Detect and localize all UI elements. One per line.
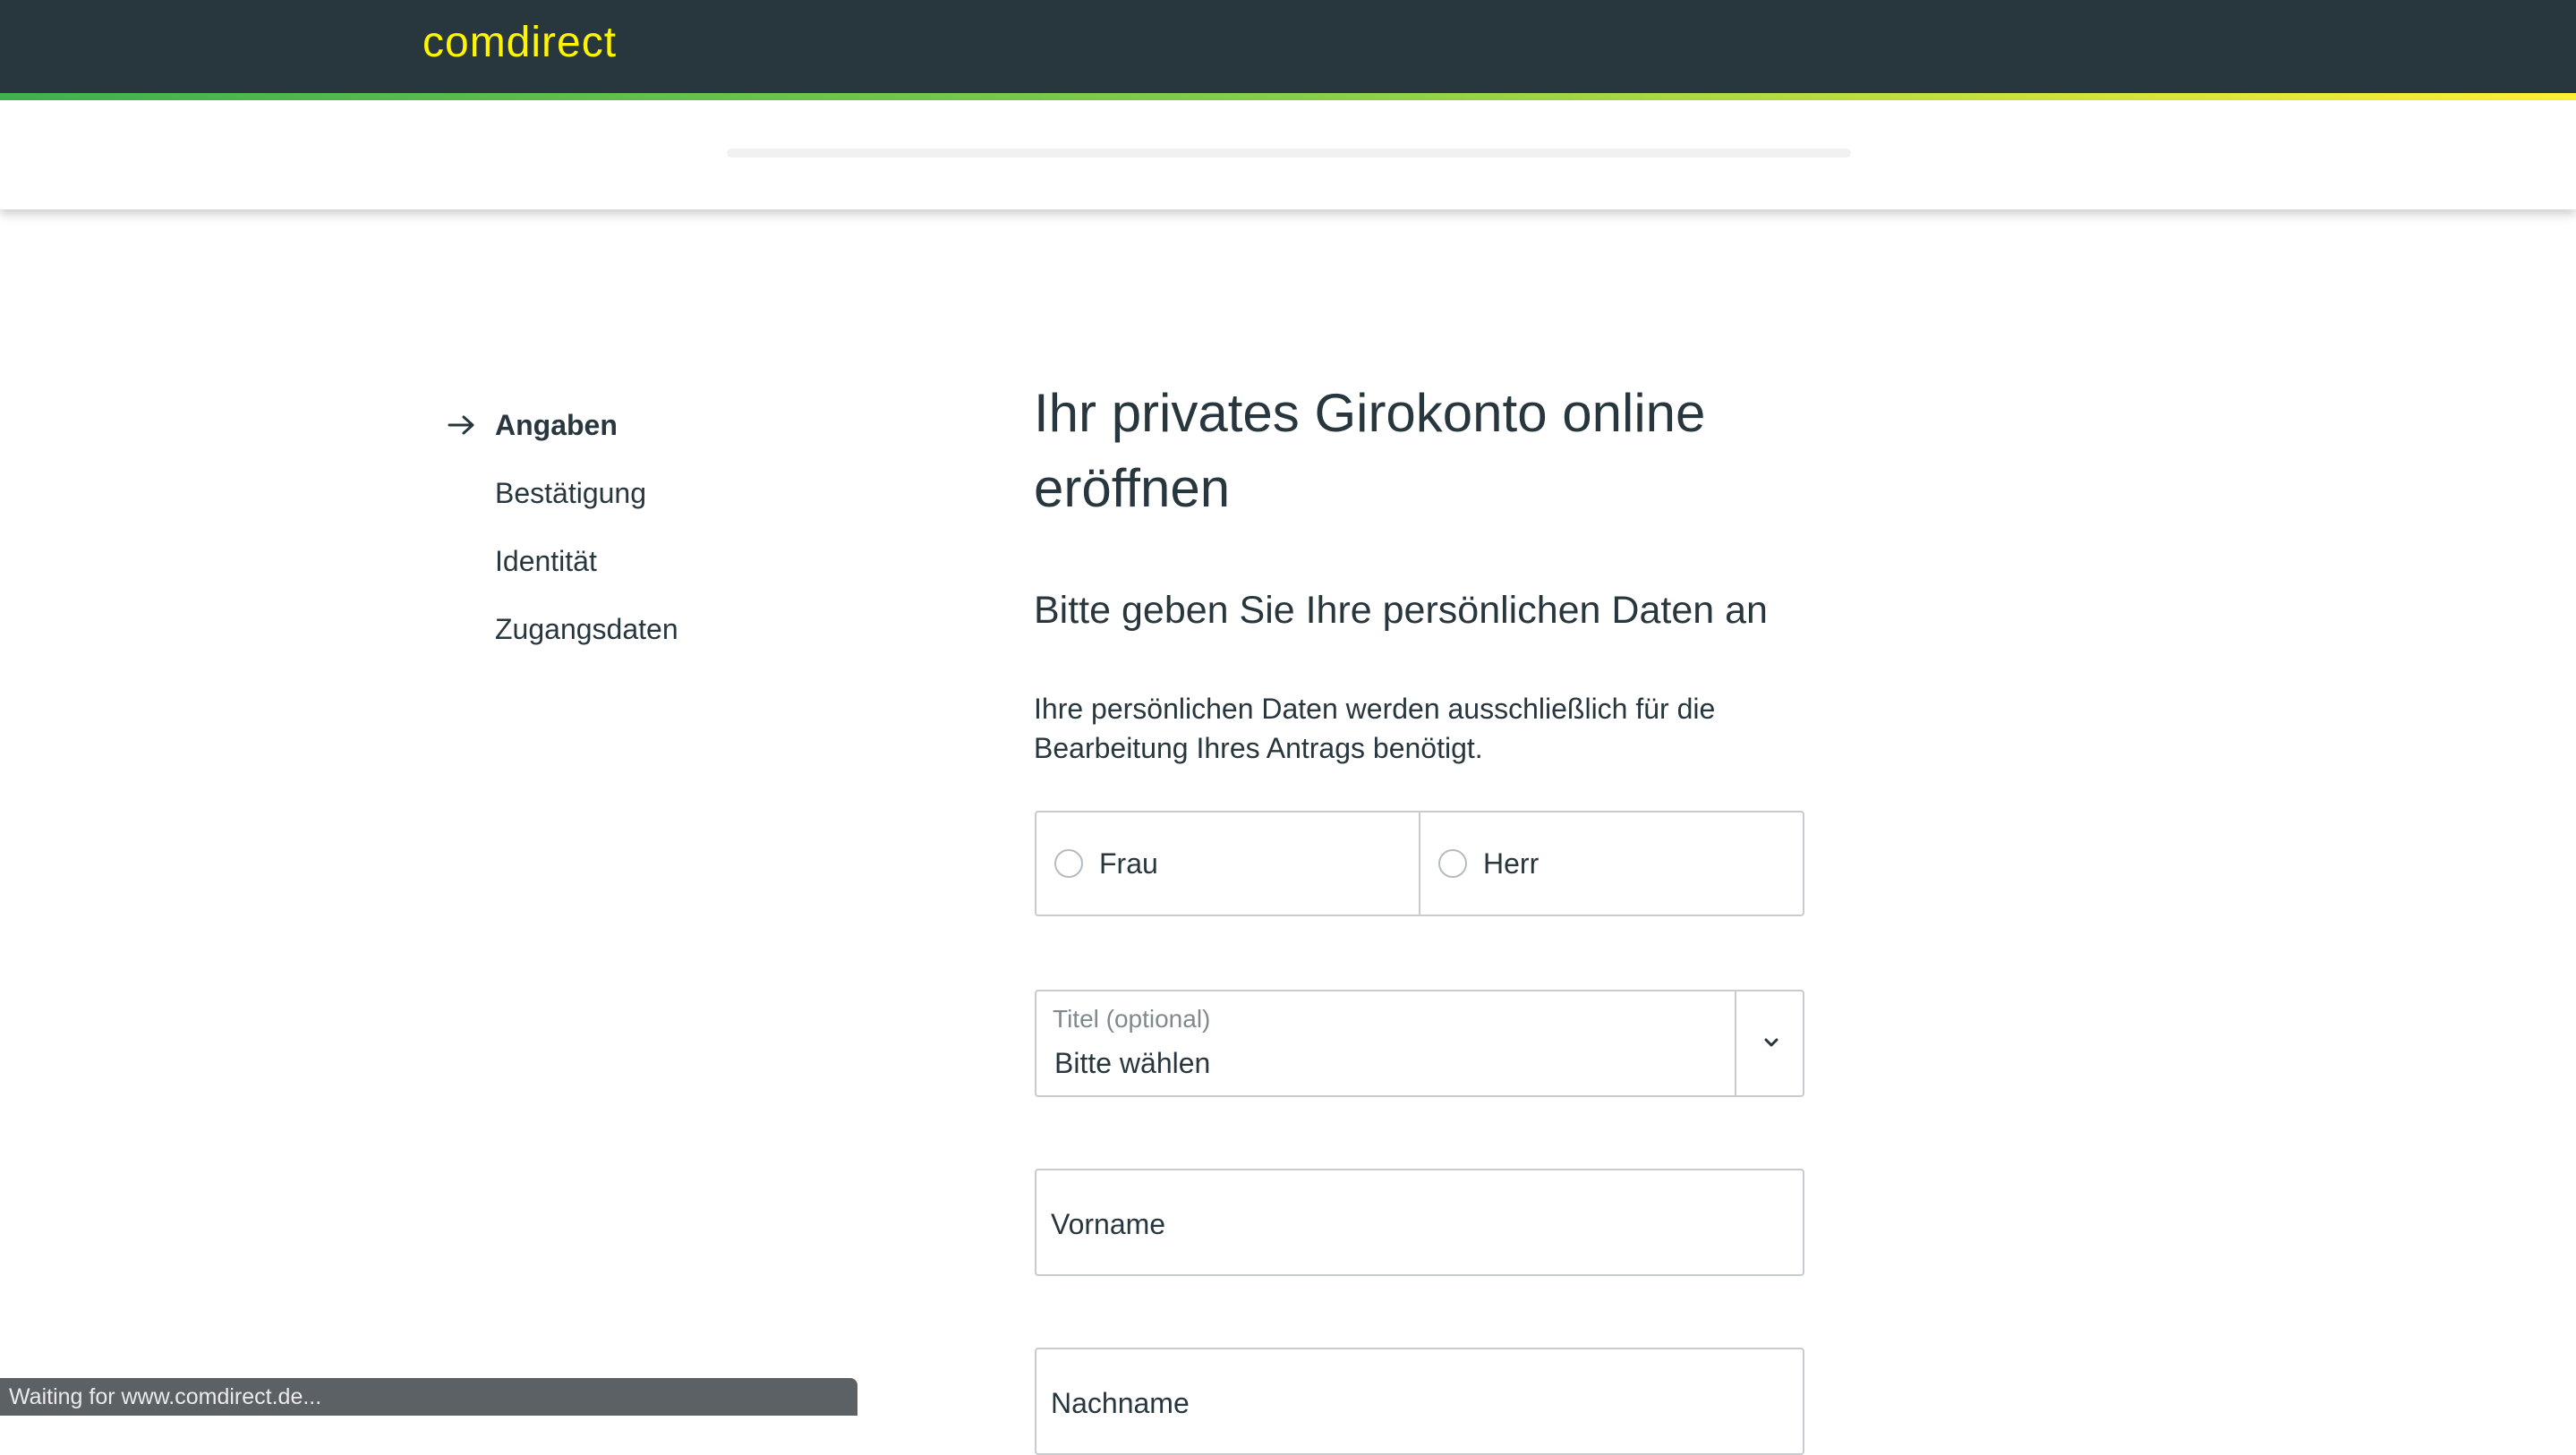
step-zugangsdaten[interactable]: Zugangsdaten [448,607,895,675]
title-select[interactable]: Titel (optional) Bitte wählen [1035,990,1804,1097]
step-navigation: Angaben Bestätigung Identität Zugangsdat… [448,403,895,675]
step-label: Identität [495,545,597,577]
last-name-label: Nachname [1051,1387,1190,1419]
top-header-bar: comdirect [0,0,2576,93]
chevron-down-icon[interactable] [1761,1033,1781,1052]
first-name-field[interactable]: Vorname [1035,1169,1804,1276]
browser-status-bar: Waiting for www.comdirect.de... [0,1378,857,1416]
title-select-value: Bitte wählen [1054,1047,1211,1079]
radio-label-frau: Frau [1099,847,1158,880]
main-content: Ihr privates Girokonto online eröffnen B… [1034,376,1839,764]
comdirect-logo[interactable]: comdirect [422,16,617,70]
radio-label-herr: Herr [1483,847,1540,880]
page-title: Ihr privates Girokonto online eröffnen [1034,383,1706,518]
step-angaben[interactable]: Angaben [448,403,895,471]
arrow-right-icon [448,415,474,435]
header-accent-line [0,93,2576,100]
progress-header [0,100,2576,209]
intro-text: Ihre persönlichen Daten werden ausschlie… [1034,693,1716,764]
step-label: Zugangsdaten [495,613,678,645]
radio-button-herr[interactable] [1438,849,1467,878]
step-label: Bestätigung [495,477,647,509]
step-identitaet[interactable]: Identität [448,539,895,607]
radio-button-frau[interactable] [1054,849,1083,878]
progress-bar [727,149,1851,157]
salutation-option-frau[interactable]: Frau [1036,813,1419,915]
salutation-option-herr[interactable]: Herr [1419,813,1803,915]
select-divider [1735,991,1736,1095]
last-name-field[interactable]: Nachname [1035,1348,1804,1455]
section-title: Bitte geben Sie Ihre persönlichen Daten … [1034,589,1768,632]
step-bestaetigung[interactable]: Bestätigung [448,471,895,539]
first-name-label: Vorname [1051,1208,1166,1240]
step-label: Angaben [495,409,618,441]
title-select-label: Titel (optional) [1053,1005,1211,1033]
salutation-radio-group: Frau Herr [1035,811,1804,916]
